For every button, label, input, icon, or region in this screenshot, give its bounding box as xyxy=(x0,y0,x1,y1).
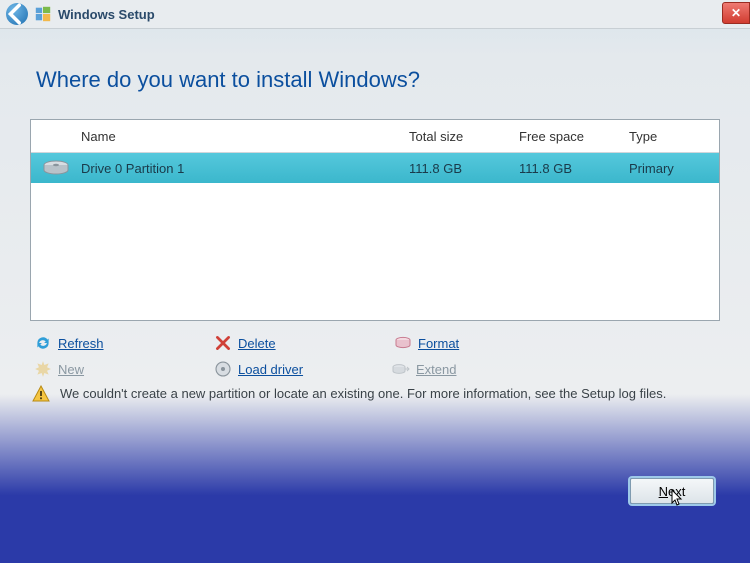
format-link[interactable]: Format xyxy=(394,335,574,351)
new-link: New xyxy=(34,361,214,377)
action-bar: Refresh Delete Format New Load driver Ex… xyxy=(34,335,694,377)
partition-free: 111.8 GB xyxy=(519,161,629,176)
title-bar: Windows Setup ✕ xyxy=(0,0,750,29)
drive-icon xyxy=(39,159,73,177)
delete-link[interactable]: Delete xyxy=(214,335,394,351)
warning-text: We couldn't create a new partition or lo… xyxy=(60,385,666,403)
partition-name: Drive 0 Partition 1 xyxy=(73,161,409,176)
column-name: Name xyxy=(81,129,409,144)
extend-icon xyxy=(392,361,410,377)
page-heading: Where do you want to install Windows? xyxy=(36,67,720,93)
next-button[interactable]: Next xyxy=(630,478,714,504)
warning-icon xyxy=(32,385,50,403)
column-header-row: Name Total size Free space Type xyxy=(31,120,719,153)
column-type: Type xyxy=(629,129,719,144)
partition-type: Primary xyxy=(629,161,719,176)
refresh-link[interactable]: Refresh xyxy=(34,335,214,351)
app-icon xyxy=(34,5,52,23)
next-button-wrap: Next xyxy=(630,478,714,504)
format-icon xyxy=(394,335,412,351)
partition-total: 111.8 GB xyxy=(409,161,519,176)
refresh-icon xyxy=(34,335,52,351)
load-driver-icon xyxy=(214,361,232,377)
back-button[interactable] xyxy=(6,3,28,25)
next-label-rest: ext xyxy=(668,484,685,499)
extend-link: Extend xyxy=(392,361,572,377)
partition-list[interactable]: Name Total size Free space Type Drive 0 … xyxy=(30,119,720,321)
close-button[interactable]: ✕ xyxy=(722,2,750,24)
delete-icon xyxy=(214,335,232,351)
warning-message: We couldn't create a new partition or lo… xyxy=(32,385,692,403)
new-icon xyxy=(34,361,52,377)
content-area: Where do you want to install Windows? Na… xyxy=(0,29,750,413)
column-free-space: Free space xyxy=(519,129,629,144)
partition-row[interactable]: Drive 0 Partition 1 111.8 GB 111.8 GB Pr… xyxy=(31,153,719,183)
window-title: Windows Setup xyxy=(58,7,155,22)
column-total-size: Total size xyxy=(409,129,519,144)
load-driver-link[interactable]: Load driver xyxy=(214,361,392,377)
